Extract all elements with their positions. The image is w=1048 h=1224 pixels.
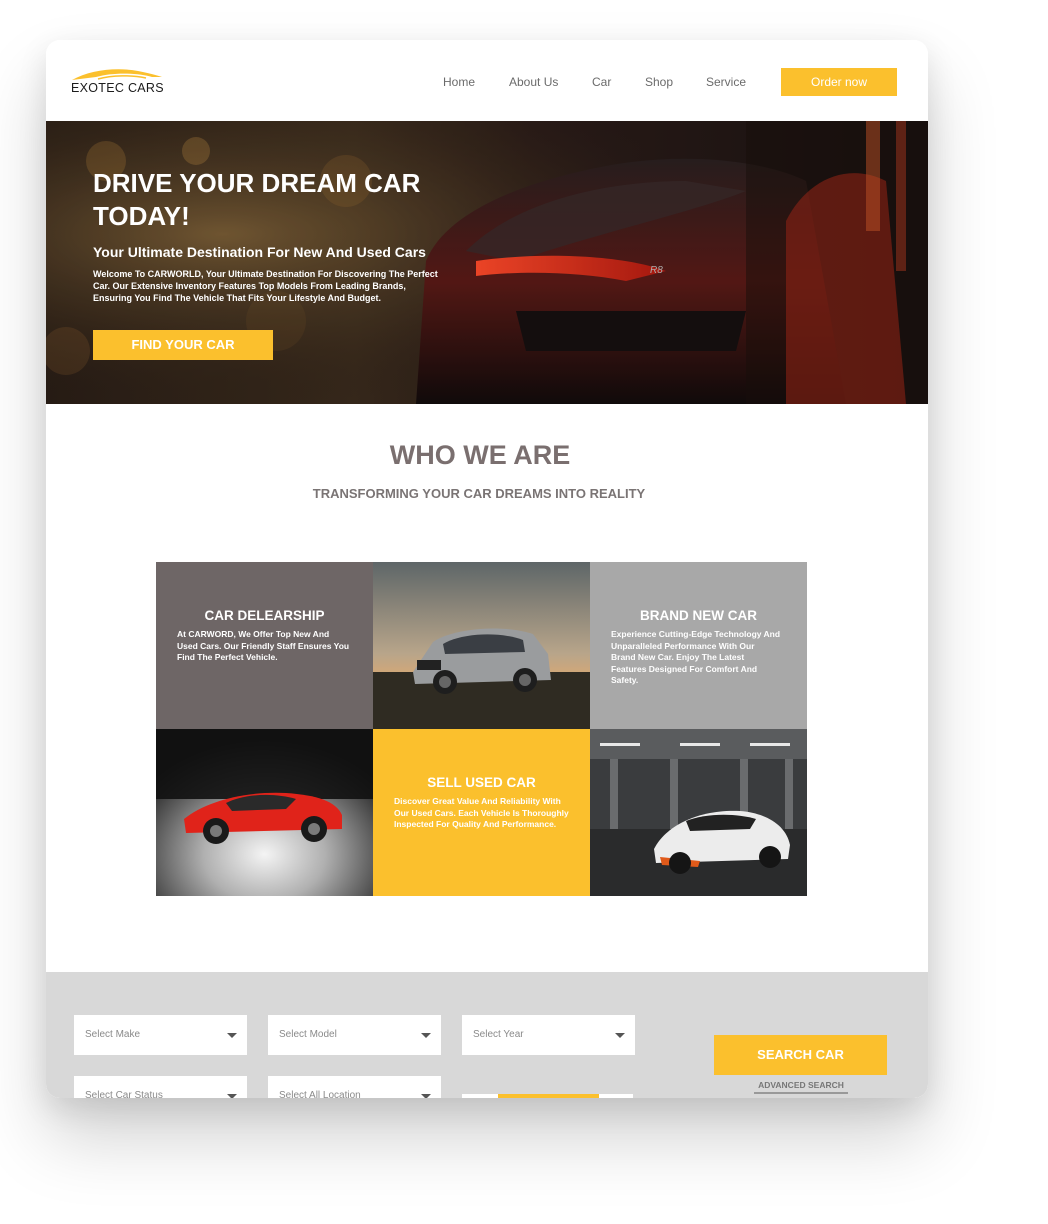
- white-car-garage-photo: [590, 729, 807, 896]
- chevron-down-icon: [227, 1094, 237, 1098]
- order-now-button[interactable]: Order now: [781, 68, 897, 96]
- car-search-panel: Select Make Select Model Select Year Sel…: [46, 972, 928, 1098]
- who-we-are-subtitle: TRANSFORMING YOUR CAR DREAMS INTO REALIT…: [312, 486, 646, 501]
- services-grid: CAR DELEARSHIP At CARWORD, We Offer Top …: [156, 562, 807, 896]
- select-model-label: Select Model: [279, 1029, 337, 1040]
- price-range-slider[interactable]: [462, 1094, 633, 1098]
- hero-description: Welcome To CARWORLD, Your Ultimate Desti…: [93, 269, 438, 303]
- card-dealership-title: CAR DELEARSHIP: [204, 608, 325, 623]
- hero-title: DRIVE YOUR DREAM CAR TODAY!: [93, 168, 421, 231]
- price-range-fill: [498, 1094, 599, 1098]
- logo-text: EXOTEC CARS: [71, 81, 164, 95]
- select-car-status-label: Select Car Status: [85, 1090, 163, 1098]
- card-dealership[interactable]: CAR DELEARSHIP At CARWORD, We Offer Top …: [156, 562, 373, 729]
- card-sell-used[interactable]: SELL USED CAR Discover Great Value And R…: [373, 729, 590, 896]
- chevron-down-icon: [227, 1033, 237, 1038]
- chevron-down-icon: [615, 1033, 625, 1038]
- select-model[interactable]: Select Model: [268, 1015, 441, 1055]
- hero-subtitle: Your Ultimate Destination For New And Us…: [93, 244, 426, 260]
- card-brand-new-text: Experience Cutting-Edge Technology And U…: [611, 629, 781, 685]
- search-car-button[interactable]: SEARCH CAR: [714, 1035, 887, 1075]
- nav-car[interactable]: Car: [592, 75, 611, 89]
- logo[interactable]: EXOTEC CARS: [68, 66, 168, 96]
- advanced-search-link[interactable]: ADVANCED SEARCH: [754, 1080, 848, 1094]
- find-your-car-button[interactable]: FIND YOUR CAR: [93, 330, 273, 360]
- chevron-down-icon: [421, 1033, 431, 1038]
- nav-about-us[interactable]: About Us: [509, 75, 558, 89]
- hero-car-image: R8: [46, 121, 928, 404]
- hero-banner: R8 DRIVE YOUR DREAM CAR TODAY! Your Ulti…: [46, 121, 928, 404]
- select-location[interactable]: Select All Location: [268, 1076, 441, 1098]
- card-brand-new-title: BRAND NEW CAR: [640, 608, 757, 623]
- select-year[interactable]: Select Year: [462, 1015, 635, 1055]
- card-sell-used-text: Discover Great Value And Reliability Wit…: [394, 796, 569, 829]
- top-navbar: EXOTEC CARS Home About Us Car Shop Servi…: [46, 40, 928, 121]
- card-sell-used-title: SELL USED CAR: [427, 775, 536, 790]
- page-frame: EXOTEC CARS Home About Us Car Shop Servi…: [46, 40, 928, 1098]
- card-dealership-text: At CARWORD, We Offer Top New And Used Ca…: [177, 629, 350, 662]
- who-we-are-title: WHO WE ARE: [389, 440, 571, 470]
- card-brand-new[interactable]: BRAND NEW CAR Experience Cutting-Edge Te…: [590, 562, 807, 729]
- select-year-label: Select Year: [473, 1029, 524, 1040]
- suv-photo: [373, 562, 590, 729]
- nav-home[interactable]: Home: [443, 75, 475, 89]
- nav-shop[interactable]: Shop: [645, 75, 673, 89]
- select-location-label: Select All Location: [279, 1090, 361, 1098]
- chevron-down-icon: [421, 1094, 431, 1098]
- select-make-label: Select Make: [85, 1029, 141, 1040]
- select-make[interactable]: Select Make: [74, 1015, 247, 1055]
- red-sports-car-photo: [156, 729, 373, 896]
- select-car-status[interactable]: Select Car Status: [74, 1076, 247, 1098]
- nav-service[interactable]: Service: [706, 75, 746, 89]
